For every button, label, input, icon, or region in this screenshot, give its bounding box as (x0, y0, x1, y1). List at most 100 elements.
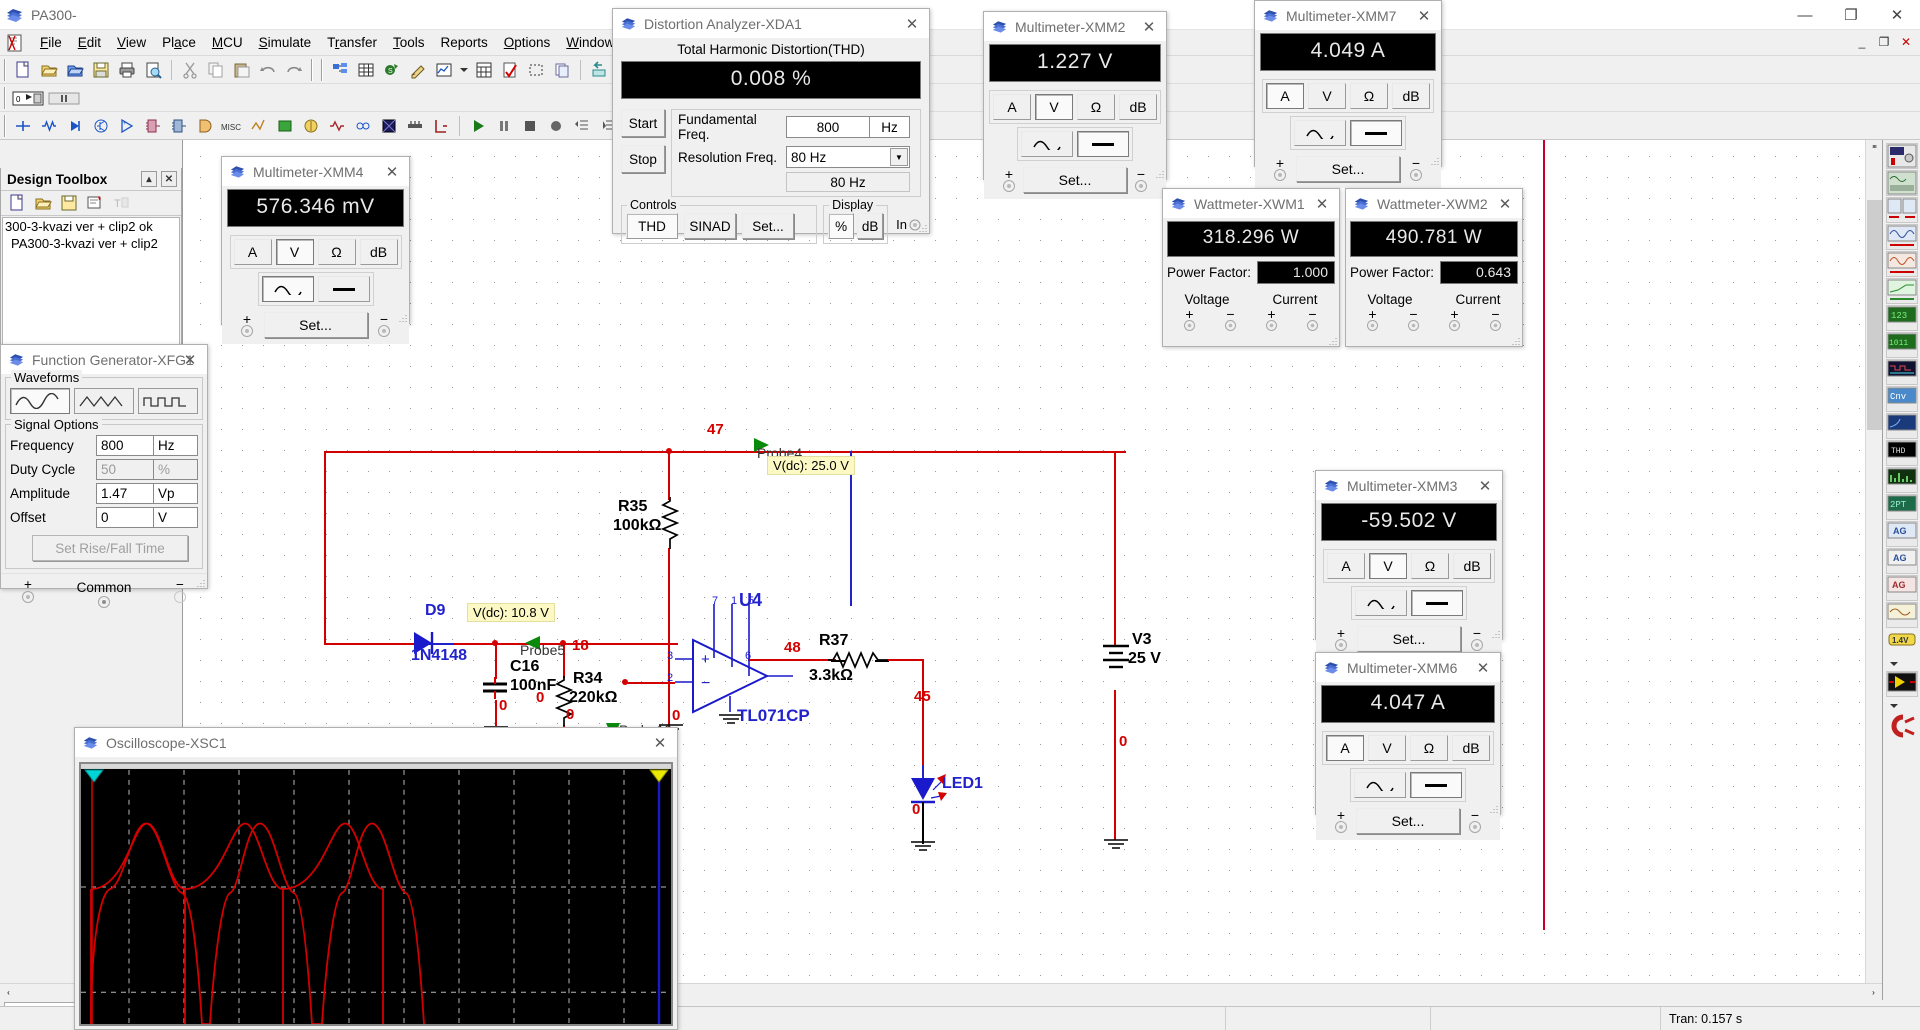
design-toolbox-icon[interactable] (328, 58, 352, 82)
minimize-button[interactable]: — (1782, 0, 1828, 30)
menu-place[interactable]: Place (154, 32, 204, 53)
record-icon[interactable] (544, 114, 568, 138)
doc-close-button[interactable]: ✕ (1896, 32, 1916, 52)
window-title-bar[interactable]: Multimeter-XMM4 ✕ (222, 157, 409, 187)
multimeter-xmm4-window[interactable]: Multimeter-XMM4 ✕ 576.346 mV A V Ω dB + (221, 156, 410, 344)
component-ref-u4[interactable]: U4 (739, 590, 762, 611)
waveform-sine-button[interactable] (10, 388, 70, 414)
amplitude-input[interactable]: 1.47 (96, 482, 154, 504)
wattmeter-xwm1-window[interactable]: Wattmeter-XWM1 ✕ 318.296 W Power Factor:… (1162, 188, 1340, 347)
rename-sheet-icon[interactable] (83, 191, 107, 215)
frequency-counter-tool-icon[interactable]: 123 (1885, 305, 1918, 331)
mode-decibel-button[interactable]: dB (1119, 94, 1157, 120)
component-ref-led1[interactable]: LED1 (942, 775, 983, 793)
menu-transfer[interactable]: Transfer (319, 32, 385, 53)
current-positive-terminal[interactable]: + (1259, 307, 1285, 332)
place-misc-digital-icon[interactable] (193, 114, 217, 138)
component-ref-r35[interactable]: R35 (618, 498, 647, 516)
component-val-r35[interactable]: 100kΩ (613, 517, 661, 535)
distortion-analyzer-tool-icon[interactable]: THD (1885, 440, 1918, 466)
frequency-unit[interactable]: Hz (154, 434, 198, 456)
coupling-ac-button[interactable] (1355, 590, 1407, 616)
resize-handle[interactable] (397, 312, 407, 322)
component-val-d9[interactable]: 1N4148 (411, 647, 467, 665)
cut-icon[interactable] (178, 58, 202, 82)
place-mixed-icon[interactable] (247, 114, 271, 138)
save-icon[interactable] (89, 58, 113, 82)
window-title-bar[interactable]: Distortion Analyzer-XDA1 ✕ (613, 9, 929, 39)
agilent-oscilloscope-icon[interactable]: AG (1885, 575, 1918, 601)
component-ref-r34[interactable]: R34 (573, 670, 602, 688)
paste-icon[interactable] (230, 58, 254, 82)
negative-terminal[interactable]: − (371, 312, 397, 338)
place-basic-icon[interactable] (37, 114, 61, 138)
new-file-icon[interactable] (11, 58, 35, 82)
coupling-ac-button[interactable] (1294, 120, 1346, 146)
grapher-icon[interactable] (432, 58, 456, 82)
voltage-positive-terminal[interactable]: + (1360, 307, 1386, 332)
negative-terminal[interactable]: − (1403, 156, 1429, 182)
pause-toolbar-icon[interactable] (47, 86, 81, 110)
place-indicator-icon[interactable] (273, 114, 297, 138)
settings-button[interactable]: Set... (742, 213, 794, 239)
close-icon[interactable]: ✕ (375, 157, 409, 187)
erc-icon[interactable] (498, 58, 522, 82)
resize-handle[interactable] (1490, 628, 1500, 638)
mode-volts-button[interactable]: V (1368, 735, 1406, 761)
close-icon[interactable]: ✕ (1305, 189, 1339, 219)
mode-decibel-button[interactable]: dB (1452, 735, 1490, 761)
current-positive-terminal[interactable]: + (1442, 307, 1468, 332)
mode-ohms-button[interactable]: Ω (1410, 735, 1448, 761)
positive-terminal[interactable]: + (996, 167, 1022, 193)
settings-button[interactable]: Set... (1356, 808, 1460, 834)
mode-amps-button[interactable]: A (993, 94, 1031, 120)
graphic-annotation-icon[interactable] (406, 58, 430, 82)
oscilloscope-window[interactable]: Oscilloscope-XSC1 ✕ (74, 727, 678, 1030)
mode-decibel-button[interactable]: dB (1392, 83, 1430, 109)
menu-tools[interactable]: Tools (385, 32, 433, 53)
multimeter-tool-icon[interactable] (1885, 143, 1918, 169)
copy-icon[interactable] (204, 58, 228, 82)
voltage-positive-terminal[interactable]: + (1177, 307, 1203, 332)
component-ref-v3[interactable]: V3 (1132, 631, 1152, 649)
multimeter-xmm7-window[interactable]: Multimeter-XMM7 ✕ 4.049 A A V Ω dB + Set… (1254, 0, 1442, 188)
mode-volts-button[interactable]: V (275, 239, 314, 265)
open-folder-icon[interactable] (37, 58, 61, 82)
offset-unit[interactable]: V (154, 506, 198, 528)
db-button[interactable]: dB (857, 213, 884, 239)
bode-plotter-tool-icon[interactable] (1885, 278, 1918, 304)
current-negative-terminal[interactable]: − (1483, 307, 1509, 332)
positive-terminal[interactable]: + (15, 578, 41, 609)
window-title-bar[interactable]: Multimeter-XMM7 ✕ (1255, 1, 1441, 31)
percent-button[interactable]: % (828, 213, 855, 239)
thd-button[interactable]: THD (626, 213, 678, 239)
oscilloscope-tool-icon[interactable] (1885, 224, 1918, 250)
waveform-square-button[interactable] (138, 388, 198, 414)
sp-sim-icon[interactable]: S (380, 58, 404, 82)
word-generator-tool-icon[interactable]: 1011 (1885, 332, 1918, 358)
mode-ohms-button[interactable]: Ω (1350, 83, 1388, 109)
close-icon[interactable]: ✕ (173, 345, 207, 375)
positive-terminal[interactable]: + (1328, 626, 1354, 652)
mode-ohms-button[interactable]: Ω (1077, 94, 1115, 120)
negative-terminal[interactable]: − (1128, 167, 1154, 193)
canvas-vertical-scrollbar[interactable]: ⱎ ⱞ (1865, 140, 1883, 1000)
collapse-button[interactable]: ▴ (141, 171, 157, 187)
coupling-dc-button[interactable] (1350, 120, 1402, 146)
agilent-multimeter-icon[interactable]: AG (1885, 548, 1918, 574)
menu-simulate[interactable]: Simulate (251, 32, 320, 53)
mode-amps-button[interactable]: A (1327, 553, 1365, 579)
voltage-negative-terminal[interactable]: − (1401, 307, 1427, 332)
dropdown-arrow-icon[interactable] (458, 58, 470, 82)
mode-ohms-button[interactable]: Ω (1411, 553, 1449, 579)
window-title-bar[interactable]: Wattmeter-XWM2 ✕ (1346, 189, 1522, 219)
chevron-down-icon[interactable]: ▼ (890, 148, 908, 166)
common-terminal[interactable]: Common (74, 580, 134, 609)
close-panel-button[interactable]: ✕ (161, 171, 177, 187)
coupling-dc-button[interactable] (317, 276, 370, 302)
function-generator-window[interactable]: Function Generator-XFG1 ✕ Waveforms Sign… (0, 344, 208, 608)
doc-maximize-button[interactable]: ❐ (1874, 32, 1894, 52)
probe-dropdown-icon[interactable] (1886, 656, 1918, 670)
place-diode-icon[interactable] (63, 114, 87, 138)
logic-analyzer-tool-icon[interactable] (1885, 359, 1918, 385)
